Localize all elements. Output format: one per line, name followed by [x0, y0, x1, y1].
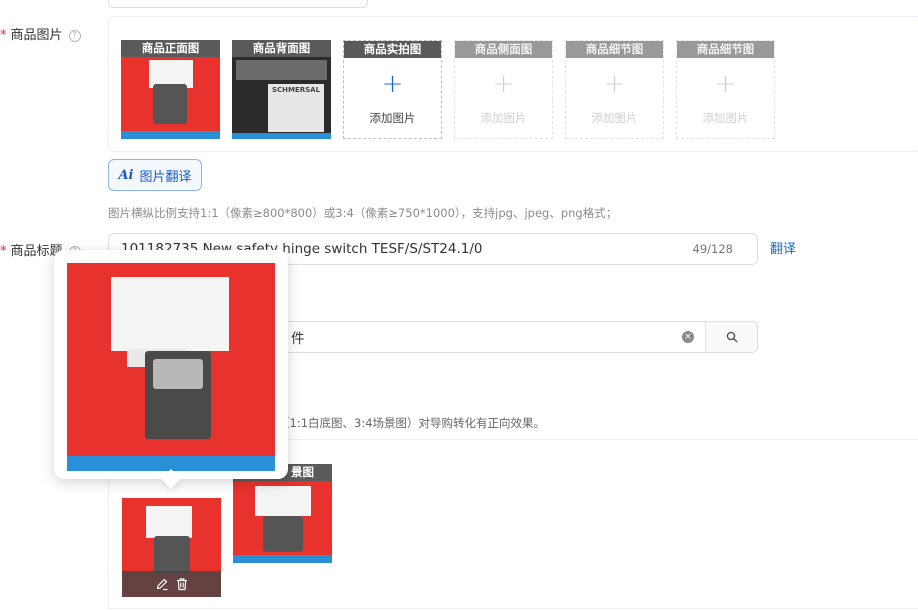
image-translate-button[interactable]: Ai 图片翻译: [108, 159, 202, 191]
slot-caption: 商品细节图: [677, 41, 774, 58]
product-images-label: * 商品图片?: [0, 24, 100, 43]
translate-title-link[interactable]: 翻译: [770, 238, 796, 257]
slot-caption: 商品背面图: [232, 40, 331, 57]
image-requirements-hint: 图片横纵比例支持1:1（像素≥800*800）或3:4（像素≥750*1000）…: [108, 206, 618, 220]
slot-caption: 商品细节图: [566, 41, 663, 58]
plus-icon: +: [381, 69, 404, 99]
image-slot-front[interactable]: 商品正面图: [121, 40, 220, 139]
previous-field-bottom-edge: [108, 0, 368, 8]
image-slot-back[interactable]: 商品背面图 SCHMERSAL: [232, 40, 331, 139]
plus-icon: +: [492, 69, 515, 99]
add-image-label: 添加图片: [369, 111, 416, 125]
image-slot-detail-2[interactable]: 商品细节图 + 添加图片: [676, 40, 775, 139]
clear-icon[interactable]: ×: [682, 331, 694, 343]
image-slot-detail-1[interactable]: 商品细节图 + 添加图片: [565, 40, 664, 139]
ai-icon: Ai: [118, 167, 134, 183]
add-image-label: 添加图片: [702, 111, 749, 125]
slot-caption: 商品实拍图: [344, 41, 441, 58]
image-slot-side[interactable]: 商品侧面图 + 添加图片: [454, 40, 553, 139]
trash-icon[interactable]: [175, 577, 189, 591]
edit-icon[interactable]: [155, 577, 169, 591]
plus-icon: +: [603, 69, 626, 99]
plus-icon: +: [714, 69, 737, 99]
search-icon: [726, 331, 738, 343]
slot-caption: 商品侧面图: [455, 41, 552, 58]
add-image-label: 添加图片: [591, 111, 638, 125]
image-preview-popover: [54, 250, 288, 489]
product-images-panel: 商品正面图 商品背面图 SCHMERSAL 商品实拍图 + 添加图片 商品侧面图…: [108, 16, 918, 152]
search-button[interactable]: [705, 321, 758, 353]
add-image-label: 添加图片: [480, 111, 527, 125]
slot-caption: 商品正面图: [121, 40, 220, 57]
image-slot-real-shot[interactable]: 商品实拍图 + 添加图片: [343, 40, 442, 139]
char-counter: 49/128: [692, 242, 733, 256]
image-preview-large: [67, 263, 275, 471]
scene-image-slot-1[interactable]: [122, 498, 221, 597]
help-icon[interactable]: ?: [68, 30, 81, 42]
image-hover-actions: [122, 571, 221, 597]
